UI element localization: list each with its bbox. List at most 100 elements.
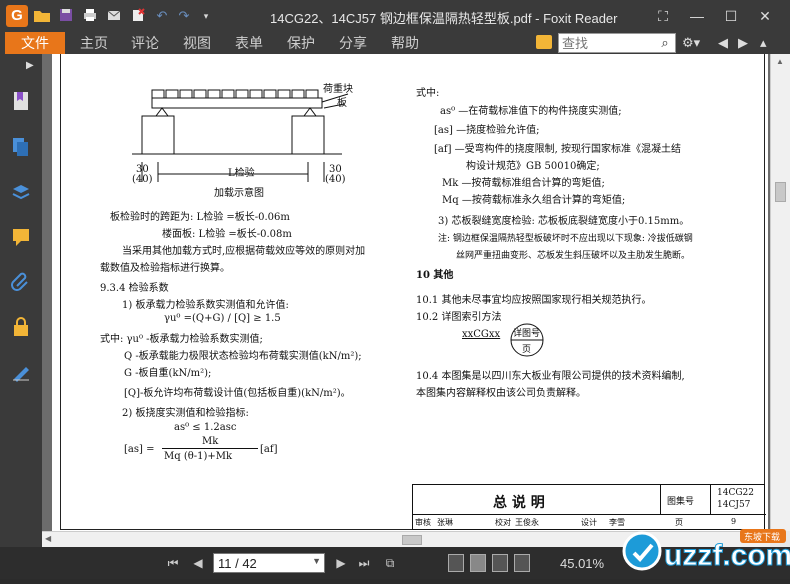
save-icon[interactable]: [56, 7, 76, 25]
ribbon-menu: 文件 主页 评论 视图 表单 保护 分享 帮助 ⌕ ⚙▾ ◀ ▶ ▴: [0, 32, 790, 54]
search-box[interactable]: ⌕: [558, 33, 676, 53]
gear-icon[interactable]: ⚙▾: [682, 34, 700, 52]
document-viewport[interactable]: 荷重块 板 30 (40) 30 (40) L检验 加载示意图 板检验时的跨距为…: [42, 54, 770, 547]
page-number-input[interactable]: [214, 554, 306, 572]
where-1: 式中: γu⁰ -板承载力检验系数实测值;: [100, 334, 263, 345]
nav-left-icon[interactable]: ◀: [718, 34, 728, 52]
section-10: 10 其他: [416, 270, 454, 281]
open-folder-icon[interactable]: [32, 7, 52, 25]
zoom-level[interactable]: 45.01%: [560, 556, 604, 571]
facing-view-icon[interactable]: [492, 554, 508, 572]
expand-panel-icon[interactable]: ▶: [26, 60, 34, 71]
right-line-4: 构设计规范》GB 50010确定;: [466, 161, 600, 172]
redo-icon[interactable]: ↷: [174, 7, 194, 25]
email-icon[interactable]: [104, 7, 124, 25]
continuous-facing-view-icon[interactable]: [514, 554, 530, 572]
section-10-4-b: 本图集内容解释权由该公司负责解释。: [416, 388, 586, 399]
section-934: 9.3.4 检验系数: [100, 283, 169, 294]
first-page-icon[interactable]: ⏮: [165, 555, 181, 571]
last-page-icon[interactable]: ⏭: [356, 555, 372, 571]
menu-comment[interactable]: 评论: [131, 32, 159, 54]
view-options-icon[interactable]: ⧉: [382, 555, 398, 571]
search-icon[interactable]: ⌕: [657, 35, 673, 51]
pages-icon[interactable]: [11, 136, 31, 158]
maximize-button[interactable]: ☐: [718, 5, 744, 27]
item-2: 2) 板挠度实测值和检验指标:: [122, 408, 249, 419]
title-block-title: 总 说 明: [493, 495, 545, 511]
close-button[interactable]: ✕: [752, 5, 778, 27]
formula-3-den: Mq (θ-1)+Mk: [164, 451, 233, 462]
attachments-icon[interactable]: [11, 270, 31, 292]
formula-3-left: [as] =: [124, 444, 155, 455]
scroll-up-icon[interactable]: ▲: [776, 57, 784, 66]
menu-protect[interactable]: 保护: [287, 32, 315, 54]
scroll-left-icon[interactable]: ◀: [45, 534, 51, 543]
fullscreen-icon[interactable]: ⛶: [650, 5, 676, 27]
window-title: 14CG22、14CJ57 钢边框保温隔热轻型板.pdf - Foxit Rea…: [270, 11, 618, 26]
right-line-3: [af] —受弯构件的挠度限制, 按现行国家标准《混凝土结: [434, 144, 682, 155]
next-page-icon[interactable]: ▶: [333, 555, 349, 571]
right-line-7: 3) 芯板裂缝宽度检验: 芯板板底裂缝宽度小于0.15mm。: [438, 216, 690, 227]
span-label: L检验: [228, 168, 255, 179]
watermark-logo: uzzf.com 东坡下载: [622, 529, 790, 573]
review-label: 审核: [415, 518, 431, 527]
page-number-box[interactable]: ▼: [213, 553, 325, 573]
menu-share[interactable]: 分享: [339, 32, 367, 54]
comments-icon[interactable]: [11, 226, 31, 248]
minimize-button[interactable]: —: [684, 5, 710, 27]
ribbon-collapse-icon[interactable]: ▴: [760, 34, 767, 52]
formula-3-right: [af]: [260, 444, 278, 455]
formula-3-num: Mk: [202, 436, 219, 447]
note-line-2: 丝网严重扭曲变形、芯板发生斜压破坏以及主肋发生脆断。: [456, 251, 691, 261]
fraction-bar: [162, 448, 258, 449]
print-icon[interactable]: [80, 7, 100, 25]
atlas-number-1: 14CG22: [717, 488, 754, 498]
page-dropdown-icon[interactable]: ▼: [312, 556, 321, 566]
horizontal-scroll-thumb[interactable]: [402, 535, 422, 545]
search-input[interactable]: [559, 34, 655, 52]
para-line-2: 载数值及检验指标进行换算。: [100, 263, 230, 274]
diagram-caption: 加载示意图: [214, 188, 264, 199]
dim-right-paren: (40): [325, 174, 346, 185]
detail-index-code: xxCGxx: [462, 329, 501, 340]
menu-form[interactable]: 表单: [235, 32, 263, 54]
delete-icon[interactable]: [128, 7, 148, 25]
nav-right-icon[interactable]: ▶: [738, 34, 748, 52]
menu-view[interactable]: 视图: [183, 32, 211, 54]
continuous-view-icon[interactable]: [470, 554, 486, 572]
security-icon[interactable]: [11, 316, 31, 338]
menu-file[interactable]: 文件: [5, 32, 65, 54]
detail-index-top: 详图号: [513, 329, 541, 339]
customize-icon[interactable]: ▾: [196, 7, 216, 25]
where-head: 式中:: [416, 88, 440, 99]
layers-icon[interactable]: [11, 182, 31, 204]
note-line-1: 注: 钢边框保温隔热轻型板破坏时不应出现以下现象: 冷拔低碳钢: [438, 234, 693, 244]
section-10-2: 10.2 详图索引方法: [416, 312, 502, 323]
undo-icon[interactable]: ↶: [152, 7, 172, 25]
right-line-1: as⁰ —在荷载标准值下的构件挠度实测值;: [440, 106, 622, 117]
single-page-view-icon[interactable]: [448, 554, 464, 572]
vertical-scrollbar[interactable]: ▲ ▼: [770, 54, 790, 547]
design-label: 设计: [581, 518, 597, 527]
prev-page-icon[interactable]: ◀: [190, 555, 206, 571]
menu-help[interactable]: 帮助: [391, 32, 419, 54]
signature-icon[interactable]: [11, 360, 31, 382]
atlas-label: 图集号: [667, 497, 695, 507]
where-4: [Q]-板允许均布荷载设计值(包括板自重)(kN/m²)。: [124, 388, 351, 399]
vertical-scroll-thumb[interactable]: [775, 182, 786, 202]
app-logo-icon[interactable]: G: [6, 5, 28, 27]
span-line-2: 楼面板: L检验 =板长-0.08m: [162, 229, 292, 240]
para-line-1: 当采用其他加载方式时,应根据荷载效应等效的原则对加: [122, 246, 366, 257]
folder-icon[interactable]: [536, 35, 552, 49]
bookmark-icon[interactable]: [11, 90, 31, 112]
navigation-panel: ▶: [0, 54, 42, 549]
diagram-label-load: 荷重块: [323, 84, 353, 95]
where-2: Q -板承载能力极限状态检验均布荷载实测值(kN/m²);: [124, 351, 362, 362]
proofread-label: 校对: [495, 518, 511, 527]
section-10-1: 10.1 其他未尽事宜均应按照国家现行相关规范执行。: [416, 295, 652, 306]
pdf-page: 荷重块 板 30 (40) 30 (40) L检验 加载示意图 板检验时的跨距为…: [52, 54, 768, 547]
proofreader-name: 王俊永: [515, 518, 539, 527]
item-1: 1) 板承载力检验系数实测值和允许值:: [122, 300, 289, 311]
watermark-text: uzzf.com: [664, 539, 790, 572]
menu-home[interactable]: 主页: [80, 32, 108, 54]
